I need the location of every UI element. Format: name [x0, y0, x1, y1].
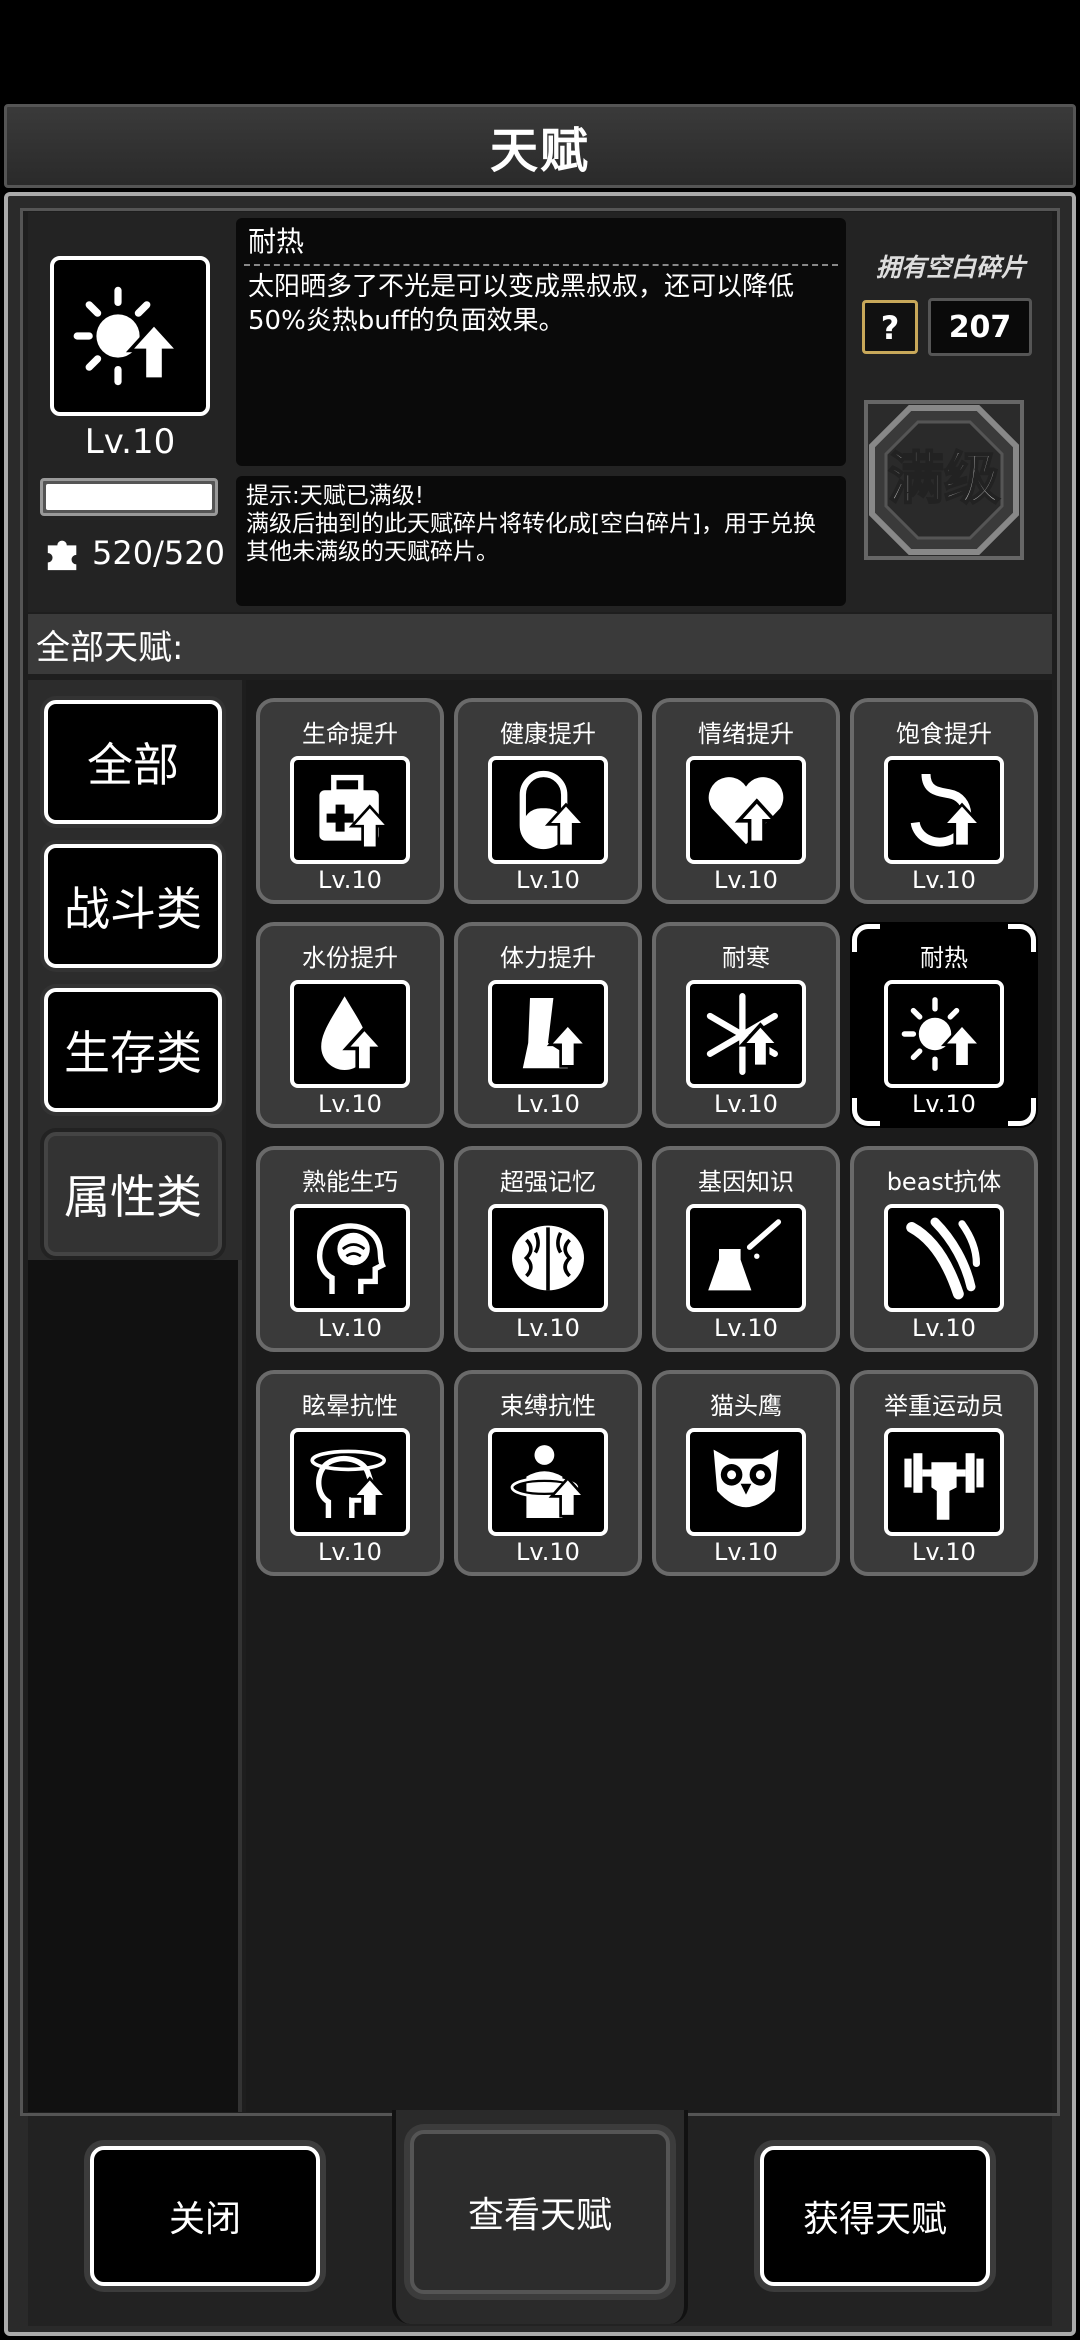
- talent-level: Lv.10: [318, 1314, 382, 1342]
- talent-level: Lv.10: [714, 1090, 778, 1118]
- talent-grid: 生命提升 Lv.10 健康提升 Lv.10 情绪提升 Lv.10 饱食提升 Lv…: [246, 680, 1052, 2112]
- talent-name: 饱食提升: [896, 720, 992, 748]
- close-button[interactable]: 关闭: [90, 2146, 320, 2286]
- talent-name: 健康提升: [500, 720, 596, 748]
- talent-level: Lv.10: [912, 1090, 976, 1118]
- talent-name: 生命提升: [302, 720, 398, 748]
- talent-tile[interactable]: 猫头鹰 Lv.10: [652, 1370, 840, 1576]
- talent-level: Lv.10: [318, 1538, 382, 1566]
- blank-fragment-label: 拥有空白碎片: [875, 253, 1026, 282]
- sun-arrow-icon: [884, 980, 1004, 1088]
- snowflake-arrow-icon: [686, 980, 806, 1088]
- talent-name: beast抗体: [886, 1168, 1002, 1196]
- selected-talent-level: Lv.10: [84, 422, 176, 462]
- medkit-arrow-icon: [290, 756, 410, 864]
- hint-box: 提示:天赋已满级! 满级后抽到的此天赋碎片将转化成[空白碎片]，用于兑换其他未满…: [236, 476, 846, 606]
- talent-tile[interactable]: 健康提升 Lv.10: [454, 698, 642, 904]
- category-attribute-button[interactable]: 属性类: [44, 1132, 222, 1256]
- description-box: 耐热 太阳晒多了不光是可以变成黑叔叔，还可以降低50%炎热buff的负面效果。: [236, 218, 846, 466]
- talent-tile[interactable]: 熟能生巧 Lv.10: [256, 1146, 444, 1352]
- max-level-text: 满级: [888, 447, 1000, 512]
- talent-tile[interactable]: beast抗体 Lv.10: [850, 1146, 1038, 1352]
- talent-level: Lv.10: [516, 866, 580, 894]
- talent-tile[interactable]: 基因知识 Lv.10: [652, 1146, 840, 1352]
- dumbbell-icon: [884, 1428, 1004, 1536]
- talent-level: Lv.10: [912, 866, 976, 894]
- talent-name: 水份提升: [302, 944, 398, 972]
- dizzy-head-icon: [290, 1428, 410, 1536]
- talent-tile[interactable]: 眩晕抗性 Lv.10: [256, 1370, 444, 1576]
- max-level-frame-icon: 满级: [864, 400, 1024, 560]
- talent-tile[interactable]: 体力提升 Lv.10: [454, 922, 642, 1128]
- talent-level: Lv.10: [516, 1090, 580, 1118]
- flask-icon: [686, 1204, 806, 1312]
- drop-arrow-icon: [290, 980, 410, 1088]
- talent-tile[interactable]: 举重运动员 Lv.10: [850, 1370, 1038, 1576]
- brain-icon: [488, 1204, 608, 1312]
- sun-arrow-icon: [73, 286, 183, 386]
- talent-name: 束缚抗性: [500, 1392, 596, 1420]
- hint-line-2: 满级后抽到的此天赋碎片将转化成[空白碎片]，用于兑换其他未满级的天赋碎片。: [246, 511, 816, 565]
- owl-icon: [686, 1428, 806, 1536]
- talent-level: Lv.10: [912, 1314, 976, 1342]
- svg-text:?: ?: [881, 309, 900, 347]
- talent-tile[interactable]: 束缚抗性 Lv.10: [454, 1370, 642, 1576]
- talent-tile[interactable]: 饱食提升 Lv.10: [850, 698, 1038, 904]
- category-all-button[interactable]: 全部: [44, 700, 222, 824]
- talent-name: 举重运动员: [884, 1392, 1004, 1420]
- bound-man-icon: [488, 1428, 608, 1536]
- selected-talent-icon: [50, 256, 210, 416]
- talent-tile[interactable]: 耐寒 Lv.10: [652, 922, 840, 1128]
- get-talent-button[interactable]: 获得天赋: [760, 2146, 990, 2286]
- fragment-count: 520/520: [92, 534, 225, 572]
- claw-icon: [884, 1204, 1004, 1312]
- talent-tile-selected[interactable]: 耐热 Lv.10: [850, 922, 1038, 1128]
- blank-fragment-count: 207: [928, 298, 1032, 356]
- heart-arrow-icon: [686, 756, 806, 864]
- talent-name: 超强记忆: [500, 1168, 596, 1196]
- page-title: 天赋: [489, 123, 590, 179]
- talent-name: 熟能生巧: [302, 1168, 398, 1196]
- talent-tile[interactable]: 超强记忆 Lv.10: [454, 1146, 642, 1352]
- question-mark-icon: ?: [881, 309, 900, 347]
- talent-level: Lv.10: [714, 866, 778, 894]
- status-bar-area: [0, 0, 1080, 100]
- talent-level: Lv.10: [516, 1314, 580, 1342]
- talent-level: Lv.10: [318, 1090, 382, 1118]
- talent-tile[interactable]: 生命提升 Lv.10: [256, 698, 444, 904]
- talent-level: Lv.10: [714, 1538, 778, 1566]
- level-progress-fill: [46, 484, 212, 510]
- all-talents-label: 全部天赋:: [36, 627, 184, 668]
- description-title: 耐热: [244, 218, 838, 266]
- stomach-arrow-icon: [884, 756, 1004, 864]
- talent-tile[interactable]: 水份提升 Lv.10: [256, 922, 444, 1128]
- title-bar: 天赋: [4, 104, 1076, 188]
- category-survival-button[interactable]: 生存类: [44, 988, 222, 1112]
- talent-name: 耐寒: [722, 944, 770, 972]
- all-talents-bar: 全部天赋:: [28, 614, 1052, 674]
- view-talent-button[interactable]: 查看天赋: [410, 2130, 670, 2294]
- talent-name: 眩晕抗性: [302, 1392, 398, 1420]
- talent-name: 情绪提升: [698, 720, 794, 748]
- talent-level: Lv.10: [912, 1538, 976, 1566]
- talent-name: 猫头鹰: [710, 1392, 782, 1420]
- talent-level: Lv.10: [516, 1538, 580, 1566]
- puzzle-piece-icon: [47, 540, 77, 571]
- talent-level: Lv.10: [318, 866, 382, 894]
- talent-tile[interactable]: 情绪提升 Lv.10: [652, 698, 840, 904]
- category-combat-button[interactable]: 战斗类: [44, 844, 222, 968]
- talent-name: 体力提升: [500, 944, 596, 972]
- fragment-count-row: 520/520: [44, 534, 225, 572]
- leg-arrow-icon: [488, 980, 608, 1088]
- talent-name: 基因知识: [698, 1168, 794, 1196]
- head-brain-icon: [290, 1204, 410, 1312]
- talent-level: Lv.10: [714, 1314, 778, 1342]
- pill-arrow-icon: [488, 756, 608, 864]
- max-level-badge: 满级: [862, 398, 1026, 562]
- blank-fragment-icon: ?: [862, 300, 918, 354]
- description-text: 太阳晒多了不光是可以变成黑叔叔，还可以降低50%炎热buff的负面效果。: [248, 272, 795, 336]
- talent-name: 耐热: [920, 944, 968, 972]
- hint-line-1: 提示:天赋已满级!: [246, 483, 424, 509]
- level-progress-bar: [40, 478, 218, 516]
